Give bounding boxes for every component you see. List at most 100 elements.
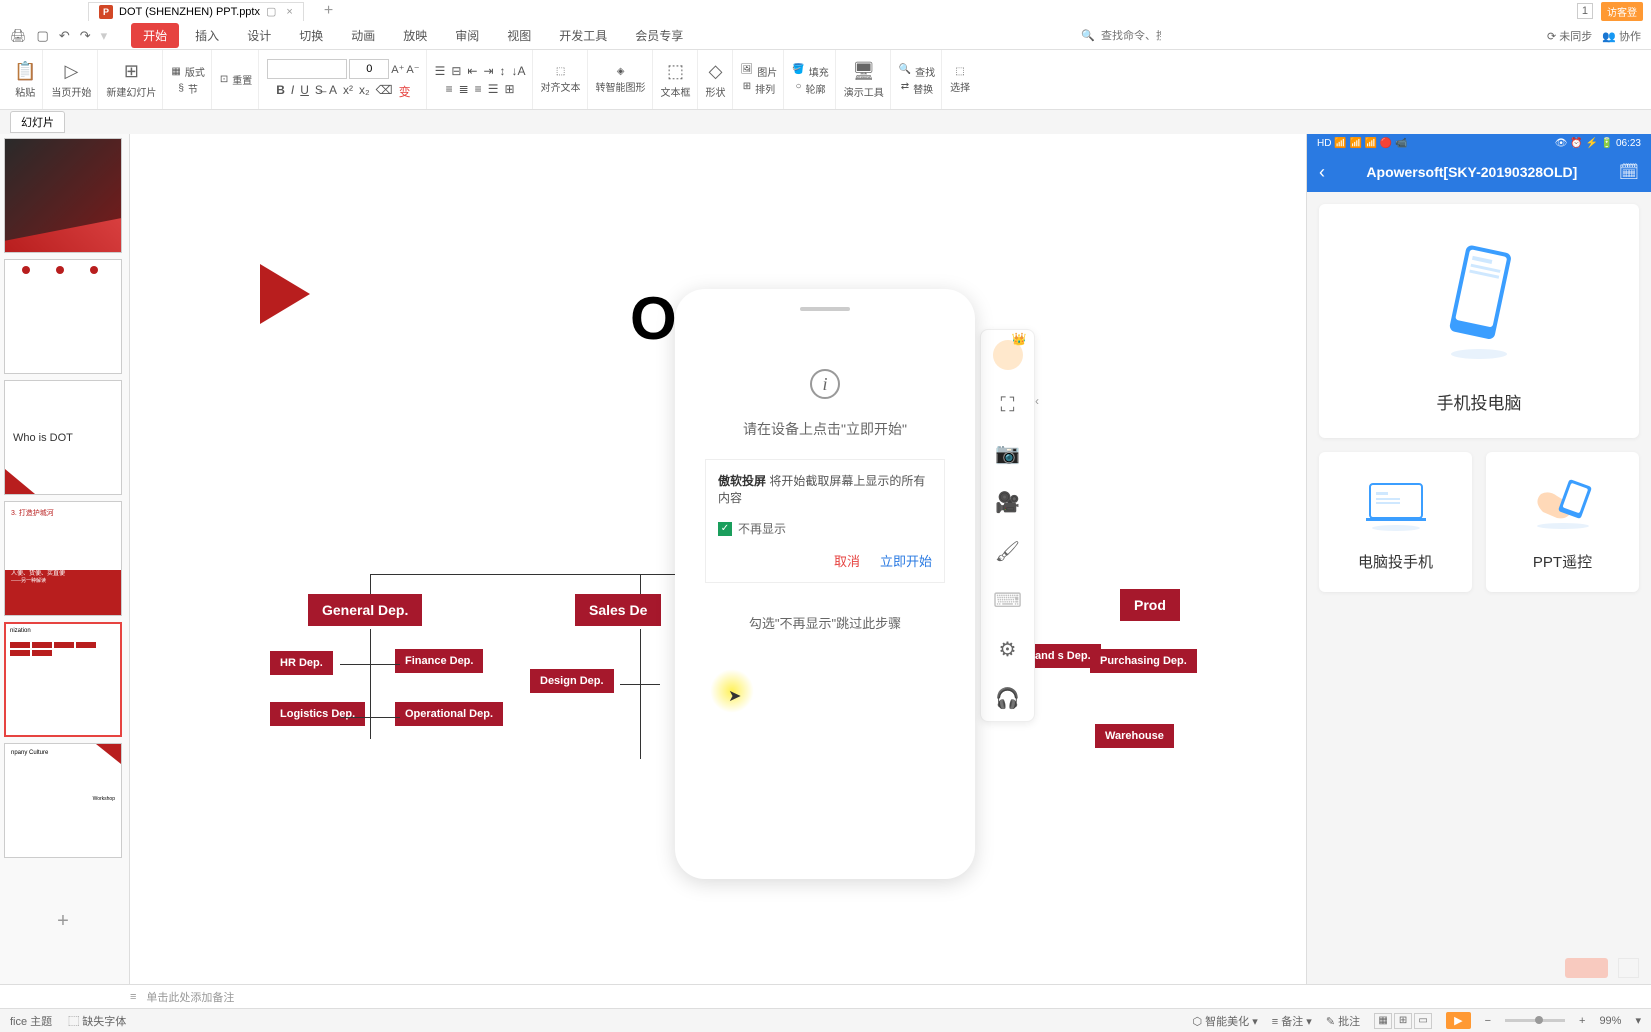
thumbnail-panel[interactable]: Who is DOT 3. 打造护城河 人便、货便、买直便 ——另一种解读 ni… — [0, 134, 130, 984]
paste-icon[interactable]: 📋 — [14, 61, 36, 82]
redo-icon[interactable]: ↷ — [80, 28, 91, 44]
slide-thumb-4[interactable]: 3. 打造护城河 人便、货便、买直便 ——另一种解读 — [4, 501, 122, 616]
normal-view-icon[interactable]: ▦ — [1374, 1013, 1392, 1029]
indent-increase-icon[interactable]: ⇥ — [483, 64, 493, 78]
phone-to-pc-card[interactable]: 手机投电脑 — [1319, 204, 1639, 438]
secondary-action-button[interactable] — [1618, 958, 1639, 978]
zoom-level[interactable]: 99% — [1599, 1015, 1621, 1027]
close-tab-icon[interactable]: × — [286, 6, 292, 18]
settings-icon[interactable]: ⚙ — [999, 637, 1017, 662]
tab-slideshow[interactable]: 放映 — [391, 23, 439, 48]
presenter-icon[interactable]: 🖥 — [852, 61, 875, 82]
collab-button[interactable]: 👥 协作 — [1602, 28, 1641, 44]
numbering-icon[interactable]: ⊟ — [451, 64, 461, 78]
calendar-icon[interactable]: 🗓 — [1619, 162, 1639, 182]
headset-icon[interactable]: 🎧 — [995, 686, 1020, 711]
zoom-in-icon[interactable]: + — [1579, 1015, 1585, 1027]
zoom-out-icon[interactable]: − — [1485, 1015, 1491, 1027]
align-left-icon[interactable]: ≡ — [446, 82, 453, 96]
play-slideshow-button[interactable]: ▶ — [1446, 1012, 1470, 1029]
back-icon[interactable]: ‹ — [1319, 162, 1325, 183]
dep-hr[interactable]: HR Dep. — [270, 651, 333, 675]
font-color-button[interactable]: 变 — [399, 83, 411, 100]
slide-view-tab[interactable]: 幻灯片 — [10, 111, 65, 133]
tab-member[interactable]: 会员专享 — [623, 23, 695, 48]
tab-insert[interactable]: 插入 — [183, 23, 231, 48]
brush-icon[interactable]: 🖌 — [995, 539, 1020, 564]
tab-transition[interactable]: 切换 — [287, 23, 335, 48]
slide-thumb-6[interactable]: npany Culture Workshop — [4, 743, 122, 858]
keyboard-icon[interactable]: ⌨ — [993, 588, 1022, 613]
slide-thumb-2[interactable] — [4, 259, 122, 374]
smart-graphic-icon[interactable]: ◈ — [617, 66, 625, 77]
search-area[interactable]: 🔍 — [1081, 29, 1161, 42]
ppt-remote-card[interactable]: PPT遥控 — [1486, 452, 1639, 592]
dep-general[interactable]: General Dep. — [308, 594, 422, 626]
collapse-toolbar-icon[interactable]: ‹ — [1035, 394, 1039, 408]
orange-action-button[interactable] — [1565, 958, 1608, 978]
italic-button[interactable]: I — [291, 83, 294, 100]
align-center-icon[interactable]: ≣ — [459, 82, 469, 96]
justify-icon[interactable]: ☰ — [488, 82, 499, 96]
tab-start[interactable]: 开始 — [131, 23, 179, 48]
new-slide-icon[interactable]: ⊞ — [124, 61, 139, 82]
guest-login-button[interactable]: 访客登 — [1601, 2, 1643, 21]
bullets-icon[interactable]: ☰ — [435, 64, 446, 78]
save-icon[interactable]: 🖨 — [10, 28, 27, 44]
font-selector[interactable] — [267, 59, 347, 79]
section-icon[interactable]: § — [178, 83, 184, 94]
find-icon[interactable]: 🔍 — [899, 64, 911, 79]
missing-fonts-button[interactable]: ⬚ 缺失字体 — [68, 1013, 126, 1029]
smart-beautify-button[interactable]: ⬡ 智能美化 ▾ — [1193, 1013, 1258, 1029]
dep-sales[interactable]: Sales De — [575, 594, 661, 626]
increase-font-icon[interactable]: A⁺ — [391, 63, 404, 76]
replace-icon[interactable]: ⇄ — [901, 81, 909, 96]
notes-placeholder[interactable]: 单击此处添加备注 — [146, 989, 234, 1005]
subscript-button[interactable]: x₂ — [359, 83, 370, 100]
textbox-icon[interactable]: ⬚ — [667, 61, 684, 82]
document-tab[interactable]: P DOT (SHENZHEN) PPT.pptx ▢ × — [88, 2, 304, 21]
avatar-icon[interactable]: 👑 — [993, 340, 1023, 370]
record-icon[interactable]: 🎥 — [995, 490, 1020, 515]
dep-design[interactable]: Design Dep. — [530, 669, 614, 693]
slide-thumb-1[interactable] — [4, 138, 122, 253]
dep-logistics[interactable]: Logistics Dep. — [270, 702, 365, 726]
line-spacing-icon[interactable]: ↕ — [500, 64, 506, 78]
checkbox-icon[interactable]: ✓ — [718, 522, 732, 536]
slide-thumb-3[interactable]: Who is DOT — [4, 380, 122, 495]
window-badge-icon[interactable]: 1 — [1577, 3, 1593, 19]
bold-button[interactable]: B — [276, 83, 285, 100]
zoom-slider[interactable] — [1505, 1019, 1565, 1022]
dep-finance[interactable]: Finance Dep. — [395, 649, 483, 673]
indent-decrease-icon[interactable]: ⇤ — [467, 64, 477, 78]
highlight-button[interactable]: A — [329, 83, 337, 100]
camera-icon[interactable]: 📷 — [995, 441, 1020, 466]
strike-button[interactable]: S̶ — [315, 83, 323, 100]
notes-bar[interactable]: ≡ 单击此处添加备注 — [0, 984, 1651, 1008]
columns-icon[interactable]: ⊞ — [504, 82, 514, 96]
search-input[interactable] — [1101, 30, 1161, 42]
sync-status[interactable]: ⟳ 未同步 — [1547, 28, 1592, 44]
outline-icon[interactable]: ○ — [795, 81, 801, 96]
start-now-button[interactable]: 立即开始 — [880, 551, 932, 570]
add-slide-button[interactable]: + — [4, 864, 122, 979]
sorter-view-icon[interactable]: ⊞ — [1394, 1013, 1412, 1029]
dep-warehouse[interactable]: Warehouse — [1095, 724, 1174, 748]
underline-button[interactable]: U — [300, 83, 309, 100]
slide-canvas-wrapper[interactable]: O General Dep. Sales De HR Dep. Finance … — [130, 134, 1306, 984]
dep-purchasing[interactable]: Purchasing Dep. — [1090, 649, 1197, 673]
select-icon[interactable]: ⬚ — [955, 66, 964, 77]
cancel-button[interactable]: 取消 — [834, 551, 860, 570]
decrease-font-icon[interactable]: A⁻ — [406, 63, 419, 76]
text-direction-icon[interactable]: ↓A — [512, 64, 526, 78]
tab-review[interactable]: 审阅 — [443, 23, 491, 48]
tab-design[interactable]: 设计 — [235, 23, 283, 48]
tab-view[interactable]: 视图 — [495, 23, 543, 48]
slide-thumb-5[interactable]: nization — [4, 622, 122, 737]
align-text-icon[interactable]: ⬚ — [556, 66, 565, 77]
tab-devtools[interactable]: 开发工具 — [547, 23, 619, 48]
align-right-icon[interactable]: ≡ — [475, 82, 482, 96]
fit-icon[interactable]: ▾ — [1635, 1014, 1641, 1027]
restore-icon[interactable]: ▢ — [266, 5, 276, 18]
superscript-button[interactable]: x² — [343, 83, 353, 100]
